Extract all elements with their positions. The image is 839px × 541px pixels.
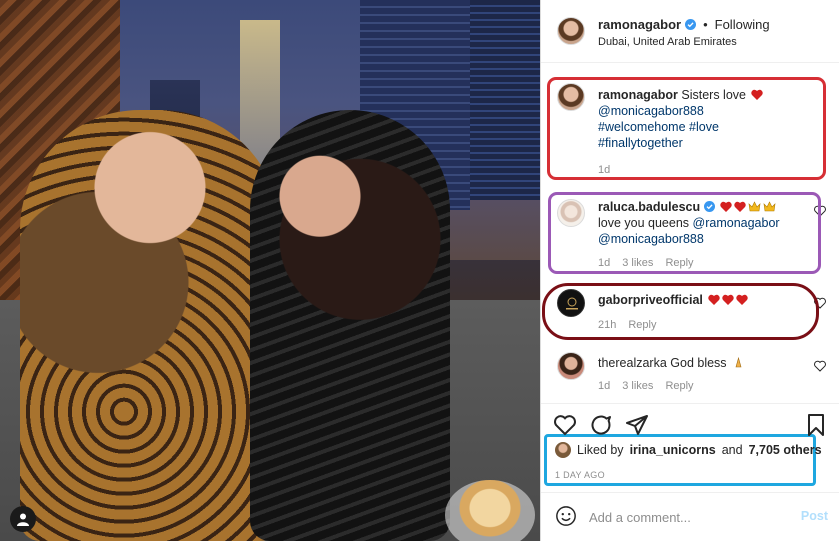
post-photo[interactable] xyxy=(0,0,540,541)
heart-emoji-icon xyxy=(708,294,721,305)
comment-meta: 21h Reply xyxy=(598,319,656,331)
heart-outline-icon[interactable] xyxy=(814,205,826,217)
post-timestamp[interactable]: 1 DAY AGO xyxy=(555,470,605,480)
reply-button[interactable]: Reply xyxy=(665,257,693,269)
hashtag-link[interactable]: #love xyxy=(689,120,719,134)
liker-avatar[interactable] xyxy=(555,442,571,458)
action-bar xyxy=(541,403,839,441)
comment-avatar[interactable] xyxy=(557,289,585,317)
heart-emoji-icon xyxy=(751,89,764,100)
separator-dot: • xyxy=(703,17,708,32)
heart-emoji-icon xyxy=(722,294,735,305)
comment-likes[interactable]: 3 likes xyxy=(622,257,653,269)
author-username[interactable]: ramonagabor xyxy=(598,17,681,32)
praying-hands-emoji-icon xyxy=(735,357,742,368)
post-header: ramonagabor • Following Dubai, United Ar… xyxy=(541,0,839,63)
heart-outline-icon[interactable] xyxy=(814,297,826,309)
crown-emoji-icon xyxy=(748,201,761,212)
reply-button[interactable]: Reply xyxy=(665,380,693,392)
comment-username[interactable]: raluca.badulescu xyxy=(598,200,700,214)
caption-text: ramonagabor Sisters love @monicagabor888… xyxy=(598,87,813,151)
comment-avatar[interactable] xyxy=(557,352,585,380)
comment-text: gaborpriveofficial xyxy=(598,292,813,308)
comment-meta: 1d 3 likes Reply xyxy=(598,257,694,269)
photo-person-left xyxy=(20,110,280,541)
likes-count[interactable]: 7,705 others xyxy=(749,443,822,457)
comment-text: therealzarka God bless xyxy=(598,355,813,371)
author-avatar[interactable] xyxy=(557,17,585,45)
caption-meta: 1d xyxy=(598,164,610,176)
comment-time[interactable]: 1d xyxy=(598,380,610,392)
bookmark-icon[interactable] xyxy=(804,413,828,437)
following-button[interactable]: Following xyxy=(715,17,770,32)
brand-logo-icon xyxy=(566,297,578,310)
liker-username[interactable]: irina_unicorns xyxy=(630,443,716,457)
verified-badge-icon xyxy=(703,201,715,212)
heart-emoji-icon xyxy=(734,201,746,212)
comment-mention[interactable]: @ramonagabor xyxy=(693,216,780,230)
comment-time[interactable]: 21h xyxy=(598,319,616,331)
comment-composer: Post xyxy=(541,492,839,541)
share-icon[interactable] xyxy=(625,413,649,437)
hashtag-link[interactable]: #welcomehome xyxy=(598,120,686,134)
post-button[interactable]: Post xyxy=(801,509,828,523)
comments-list[interactable]: ramonagabor Sisters love @monicagabor888… xyxy=(541,63,839,403)
verified-badge-icon xyxy=(685,19,697,30)
heart-icon[interactable] xyxy=(553,413,577,437)
author-line: ramonagabor • Following xyxy=(598,17,770,32)
likes-and: and xyxy=(721,443,743,457)
comment-time[interactable]: 1d xyxy=(598,257,610,269)
caption: ramonagabor Sisters love @monicagabor888… xyxy=(541,63,839,183)
comment-text: raluca.badulescu love you queens @ramona… xyxy=(598,199,813,247)
post-location[interactable]: Dubai, United Arab Emirates xyxy=(598,36,737,48)
reply-button[interactable]: Reply xyxy=(628,319,656,331)
comment-username[interactable]: therealzarka xyxy=(598,356,667,370)
comment-likes[interactable]: 3 likes xyxy=(622,380,653,392)
heart-emoji-icon xyxy=(720,201,732,212)
emoji-icon[interactable] xyxy=(555,505,577,527)
photo-person-right xyxy=(250,110,450,541)
comment-username[interactable]: gaborpriveofficial xyxy=(598,293,703,307)
caption-mention[interactable]: @monicagabor888 xyxy=(598,104,704,118)
comment-item: gaborpriveofficial 21h Reply xyxy=(541,285,839,341)
heart-emoji-icon xyxy=(736,294,749,305)
comment-avatar[interactable] xyxy=(557,199,585,227)
hashtag-link[interactable]: #finallytogether xyxy=(598,136,683,150)
crown-emoji-icon xyxy=(763,201,776,212)
caption-avatar[interactable] xyxy=(557,83,585,111)
heart-outline-icon[interactable] xyxy=(814,360,826,372)
comment-meta: 1d 3 likes Reply xyxy=(598,380,694,392)
photo-glass xyxy=(445,480,535,541)
comment-mention[interactable]: @monicagabor888 xyxy=(598,232,704,246)
comment-body: love you queens xyxy=(598,216,690,230)
user-icon xyxy=(17,513,29,526)
user-tags-button[interactable] xyxy=(10,506,36,532)
likes-prefix: Liked by xyxy=(577,443,624,457)
photo-building xyxy=(470,0,540,200)
comment-icon[interactable] xyxy=(589,413,613,437)
comment-item: raluca.badulescu love you queens @ramona… xyxy=(541,193,839,273)
comment-input[interactable] xyxy=(589,507,789,527)
post-sidebar: ramonagabor • Following Dubai, United Ar… xyxy=(540,0,839,541)
comment-item: therealzarka God bless 1d 3 likes Reply xyxy=(541,348,839,404)
comment-body: God bless xyxy=(670,356,727,370)
likes-summary: Liked by irina_unicorns and 7,705 others xyxy=(555,442,822,458)
caption-body: Sisters love xyxy=(681,88,746,102)
caption-username[interactable]: ramonagabor xyxy=(598,88,678,102)
caption-time[interactable]: 1d xyxy=(598,164,610,176)
